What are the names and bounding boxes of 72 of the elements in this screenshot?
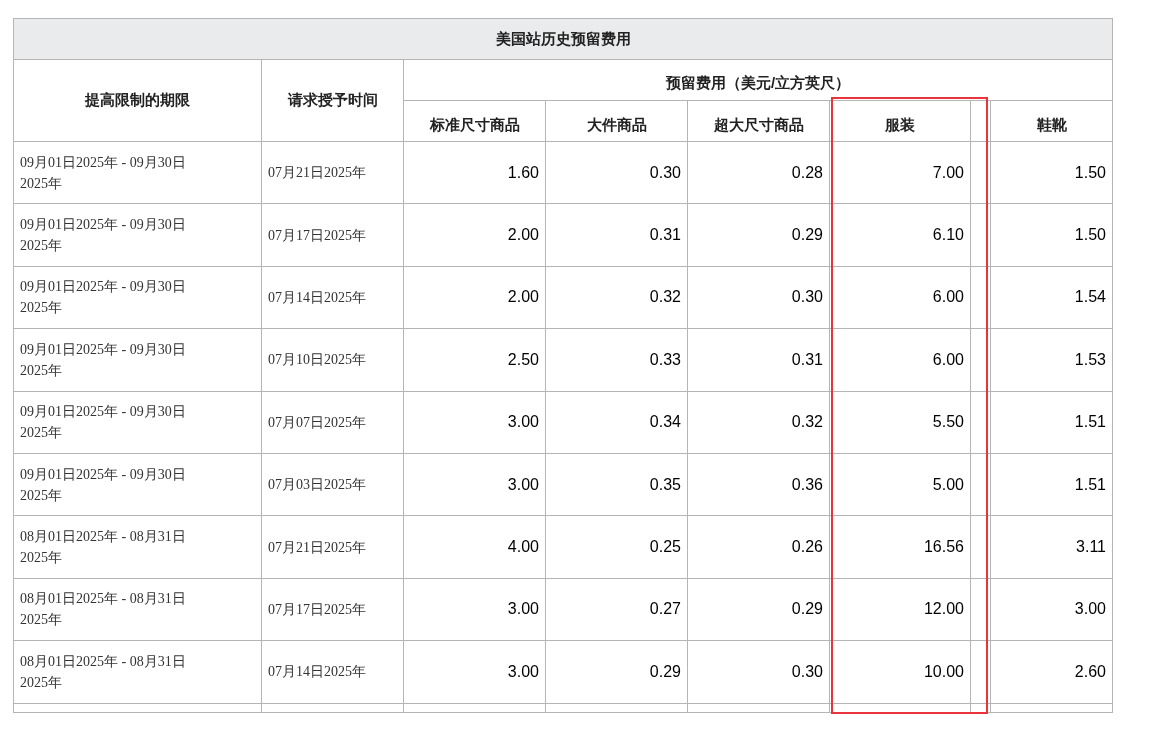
table-cell: 07月10日2025年 — [268, 352, 366, 368]
table-cell: 1.60 — [507, 163, 539, 181]
table-cell: 1.50 — [1074, 226, 1106, 244]
table-cell-text: 09月01日2025年 - 09月30日2025年 — [20, 465, 187, 505]
table-cell: 3.00 — [507, 475, 539, 493]
table-cell: 1.50 — [1074, 163, 1106, 181]
table-cell: 5.50 — [932, 413, 964, 431]
table-cell: 10.00 — [923, 662, 964, 680]
table-cell: 2.50 — [507, 350, 539, 368]
table-cell: 0.31 — [791, 350, 823, 368]
table-cell: 6.00 — [932, 350, 964, 368]
table-cell: 0.34 — [649, 413, 681, 431]
table-cell: 0.28 — [791, 163, 823, 181]
table-cell-text: 09月01日2025年 - 09月30日2025年 — [20, 216, 187, 256]
column-header: 提高限制的期限 — [85, 91, 190, 109]
table-cell: 5.00 — [932, 475, 964, 493]
table-cell: 0.30 — [649, 163, 681, 181]
table-cell: 0.31 — [649, 226, 681, 244]
table-cell: 0.36 — [791, 475, 823, 493]
table-cell: 07月14日2025年 — [268, 664, 366, 680]
table-cell: 3.11 — [1076, 538, 1106, 556]
table-cell: 0.32 — [649, 288, 681, 306]
table-cell: 3.00 — [507, 662, 539, 680]
table-cell: 07月03日2025年 — [268, 477, 366, 493]
table-cell: 0.29 — [791, 600, 823, 618]
table-cell: 0.29 — [791, 226, 823, 244]
table-cell: 2.60 — [1074, 662, 1106, 680]
table-cell: 07月14日2025年 — [268, 289, 366, 305]
column-header: 大件商品 — [586, 115, 647, 133]
table-cell: 0.30 — [791, 288, 823, 306]
table-cell: 1.53 — [1074, 350, 1106, 368]
table-cell: 1.51 — [1074, 413, 1106, 431]
column-header: 标准尺寸商品 — [429, 115, 520, 133]
table-cell: 0.30 — [791, 662, 823, 680]
table-cell: 0.27 — [649, 600, 681, 618]
table-cell-text: 08月01日2025年 - 08月31日2025年 — [20, 652, 187, 692]
table-cell: 07月17日2025年 — [268, 227, 366, 243]
table-cell: 6.00 — [932, 288, 964, 306]
table-title: 美国站历史预留费用 — [495, 29, 631, 47]
table-cell: 2.00 — [507, 226, 539, 244]
table-cell: 0.35 — [649, 475, 681, 493]
table-cell: 2.00 — [507, 288, 539, 306]
table-cell: 07月17日2025年 — [268, 601, 366, 617]
table-cell: 0.25 — [649, 538, 681, 556]
table-cell: 12.00 — [923, 600, 964, 618]
column-header: 服装 — [885, 115, 915, 133]
column-header: 鞋靴 — [1036, 115, 1067, 133]
table-cell-text: 09月01日2025年 - 09月30日2025年 — [20, 153, 187, 193]
table-cell: 07月21日2025年 — [268, 539, 366, 555]
table-cell: 0.33 — [649, 350, 681, 368]
table-cell: 3.00 — [507, 600, 539, 618]
table-cell: 0.29 — [649, 662, 681, 680]
table-cell-text: 09月01日2025年 - 09月30日2025年 — [20, 278, 187, 318]
table-cell: 6.10 — [932, 226, 964, 244]
table-cell: 0.26 — [791, 538, 823, 556]
table-cell: 0.32 — [791, 413, 823, 431]
table-cell: 4.00 — [507, 538, 539, 556]
table-cell: 07月07日2025年 — [268, 414, 366, 430]
table-cell: 3.00 — [1074, 600, 1106, 618]
table-cell-text: 09月01日2025年 - 09月30日2025年 — [20, 340, 187, 380]
table-cell-text: 08月01日2025年 - 08月31日2025年 — [20, 590, 187, 630]
column-header: 超大尺寸商品 — [713, 115, 804, 133]
column-header: 请求授予时间 — [287, 91, 378, 109]
table-cell: 16.56 — [923, 538, 964, 556]
table-cell: 1.51 — [1074, 475, 1106, 493]
table-cell: 3.00 — [507, 413, 539, 431]
group-header: 预留费用（美元/立方英尺） — [665, 73, 851, 91]
table-cell-text: 09月01日2025年 - 09月30日2025年 — [20, 403, 187, 443]
table-cell: 1.54 — [1074, 288, 1106, 306]
table-cell: 07月21日2025年 — [268, 165, 366, 181]
table-cell: 7.00 — [932, 163, 964, 181]
table-cell-text: 08月01日2025年 - 08月31日2025年 — [20, 528, 187, 568]
